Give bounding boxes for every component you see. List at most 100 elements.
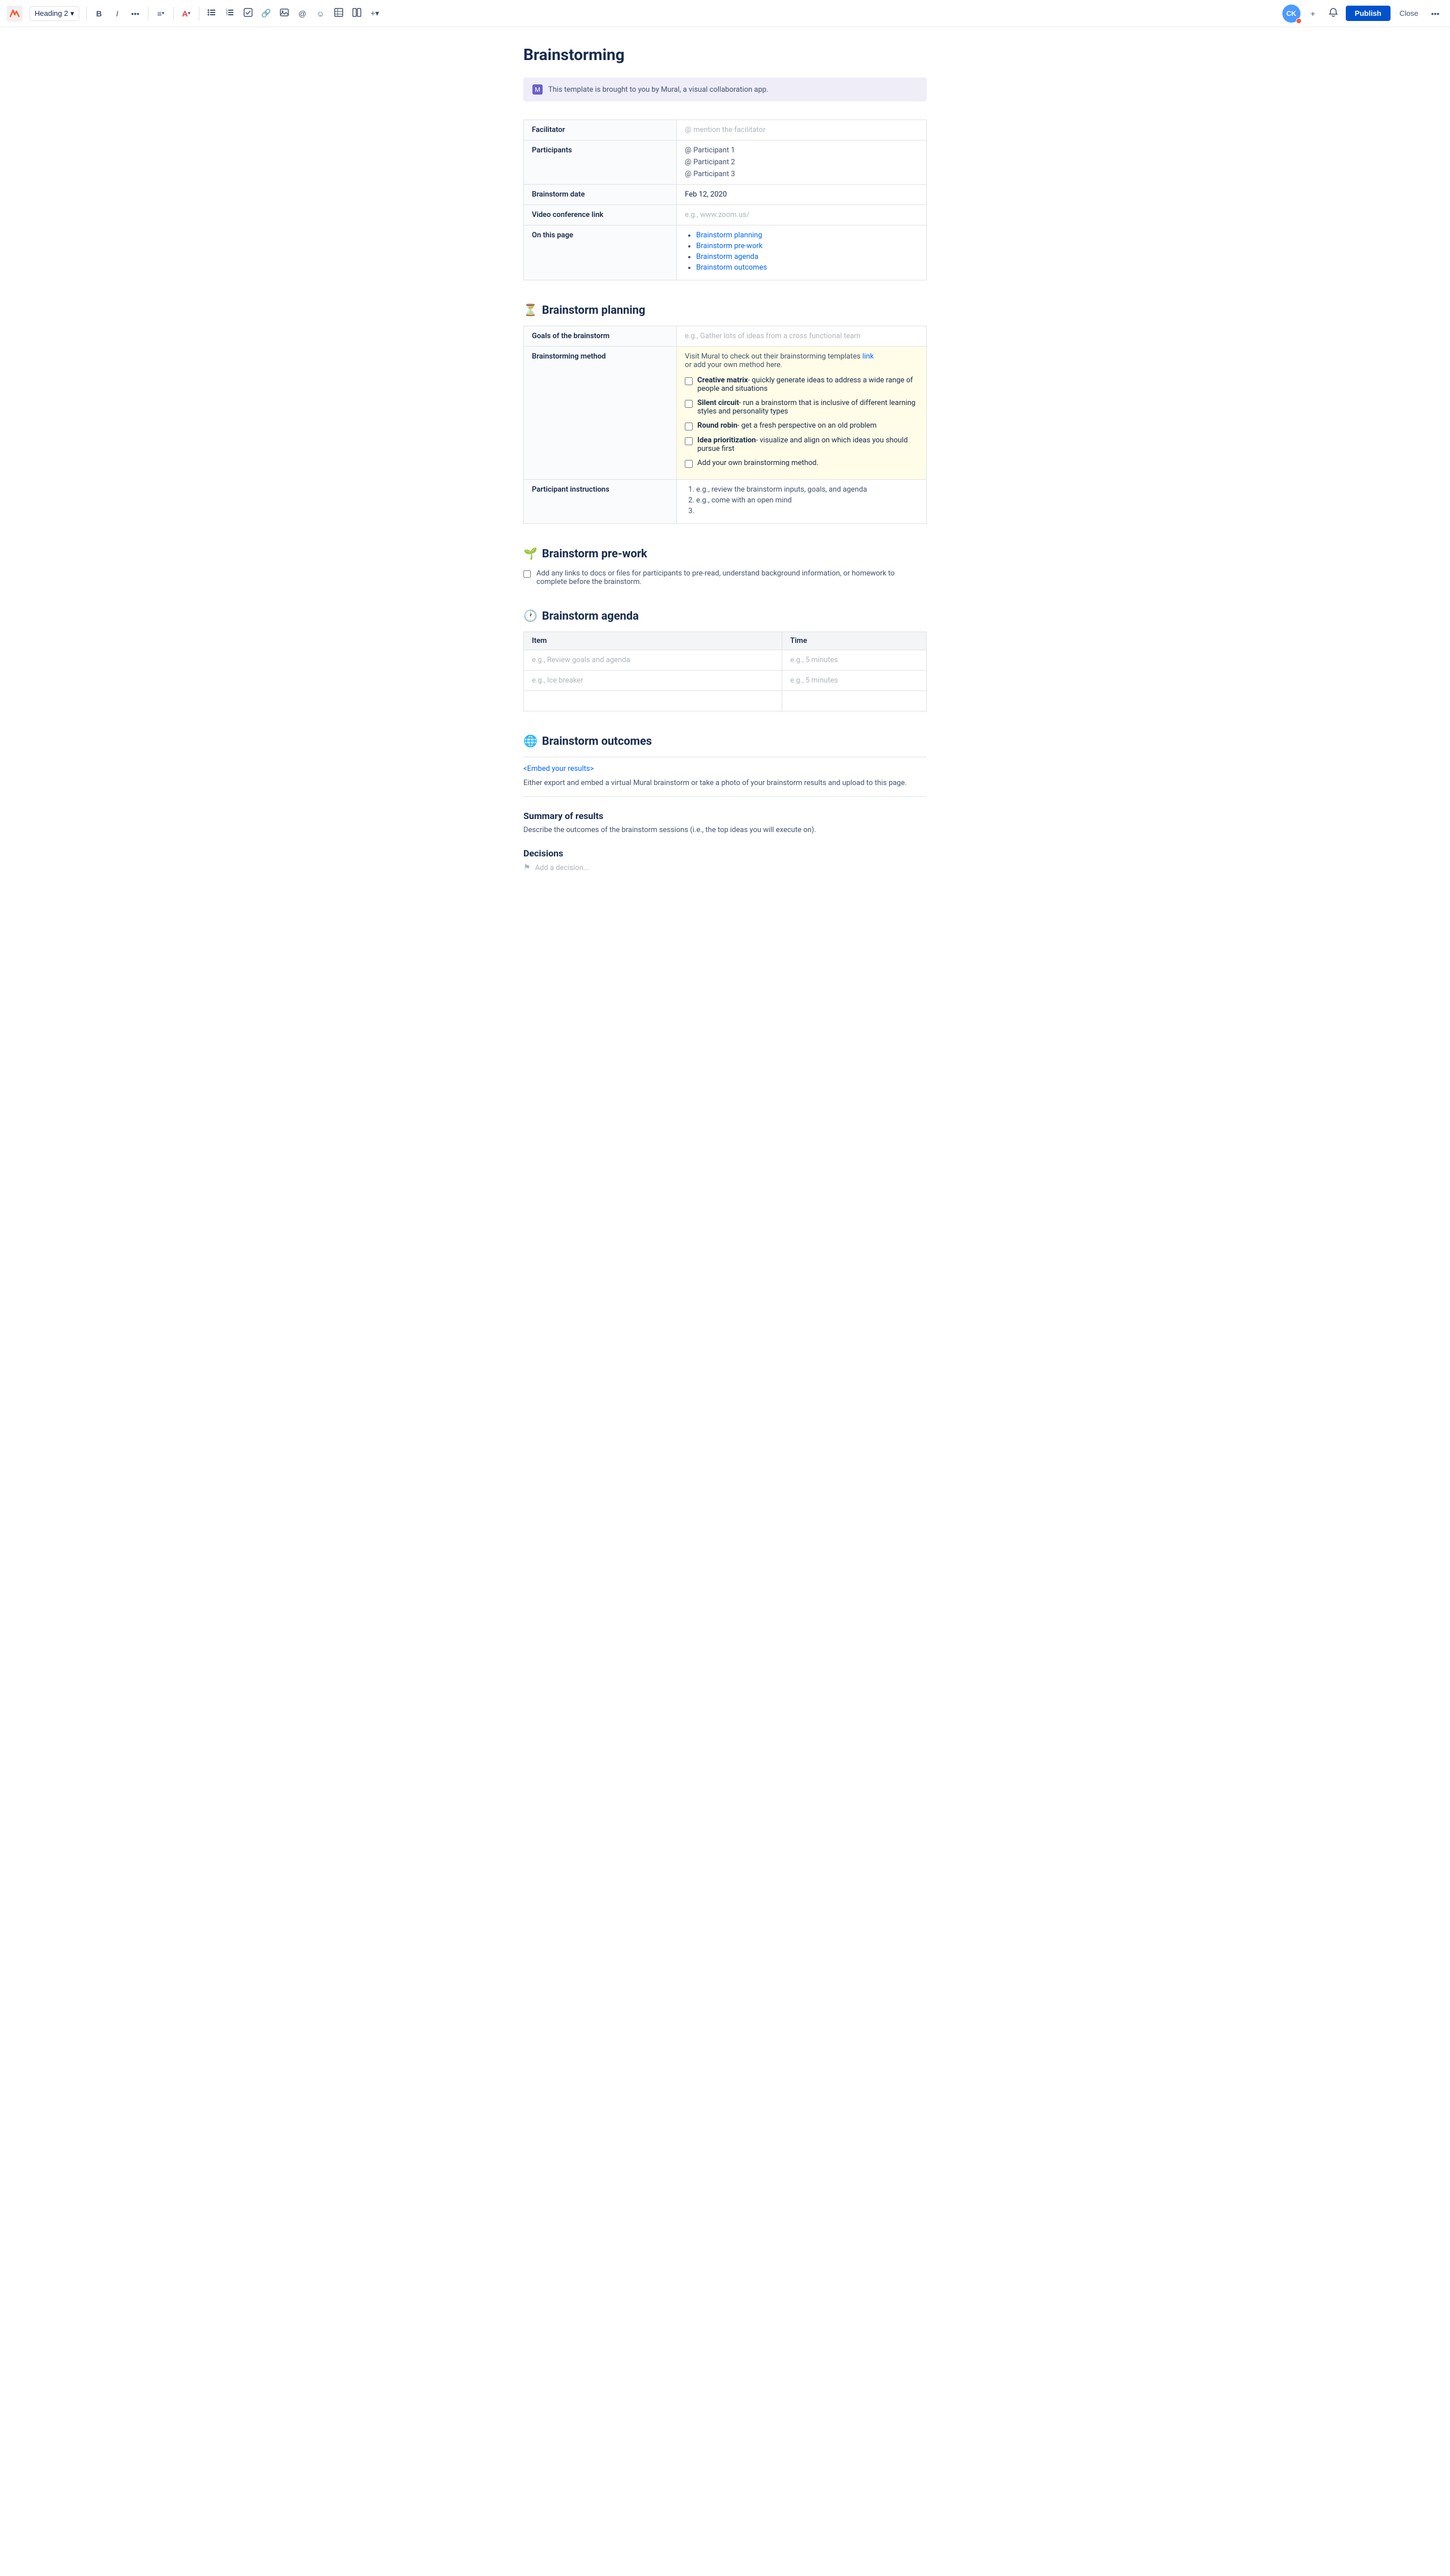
- checkbox-silent-circuit-label: Silent circuit- run a brainstorm that is…: [697, 399, 918, 416]
- add-decision-button[interactable]: ⚑ Add a decision...: [523, 863, 927, 872]
- table-row: Goals of the brainstorm e.g., Gather lot…: [524, 326, 927, 347]
- bullet-list-button[interactable]: [204, 6, 220, 22]
- goals-value[interactable]: e.g., Gather lots of ideas from a cross …: [677, 326, 927, 347]
- mention-button[interactable]: @: [295, 6, 310, 22]
- outcomes-heading-text: Brainstorm outcomes: [542, 734, 652, 748]
- agenda-time-3[interactable]: [782, 691, 927, 711]
- prework-checkbox-item: Add any links to docs or files for parti…: [523, 569, 927, 586]
- checkbox-round-robin-label: Round robin- get a fresh perspective on …: [697, 421, 877, 430]
- mural-link[interactable]: link: [862, 352, 873, 361]
- emoji-icon: ☺: [317, 9, 325, 18]
- add-decision-label: Add a decision...: [535, 864, 590, 872]
- user-avatar[interactable]: CK: [1282, 5, 1300, 23]
- chevron-down-icon: ▾: [70, 9, 74, 18]
- more-options-button[interactable]: •••: [1427, 6, 1443, 22]
- instructions-value[interactable]: e.g., review the brainstorm inputs, goal…: [677, 480, 927, 524]
- agenda-table: Item Time e.g., Review goals and agenda …: [523, 632, 927, 711]
- more-tools-button[interactable]: +▾: [367, 6, 383, 22]
- checkbox-idea-prioritization: Idea prioritization- visualize and align…: [685, 436, 918, 453]
- italic-button[interactable]: I: [109, 6, 125, 22]
- agenda-item-3[interactable]: [524, 691, 782, 711]
- agenda-item-2[interactable]: e.g., Ice breaker: [524, 671, 782, 691]
- link-button[interactable]: 🔗: [258, 6, 274, 22]
- notifications-button[interactable]: [1325, 6, 1341, 22]
- checkbox-silent-circuit-input[interactable]: [685, 400, 693, 408]
- checkbox-round-robin-input[interactable]: [685, 423, 693, 430]
- color-button[interactable]: A ▾: [178, 6, 194, 22]
- agenda-time-2[interactable]: e.g., 5 minutes: [782, 671, 927, 691]
- method-value[interactable]: Visit Mural to check out their brainstor…: [677, 347, 927, 480]
- numbered-list-icon: 1.2.3.: [225, 8, 234, 19]
- planning-link[interactable]: Brainstorm planning: [696, 231, 762, 240]
- table-row: Brainstorming method Visit Mural to chec…: [524, 347, 927, 480]
- heading-selector[interactable]: Heading 2 ▾: [29, 6, 79, 21]
- list-item: e.g., review the brainstorm inputs, goal…: [696, 485, 918, 494]
- image-button[interactable]: [276, 6, 292, 22]
- table-row: Video conference link e.g., www.zoom.us/: [524, 205, 927, 225]
- checkbox-custom: Add your own brainstorming method.: [685, 459, 918, 468]
- outcomes-link[interactable]: Brainstorm outcomes: [696, 263, 767, 272]
- table-row: Brainstorm date Feb 12, 2020: [524, 185, 927, 205]
- outcomes-bottom-divider: [523, 796, 927, 797]
- instructions-label: Participant instructions: [524, 480, 677, 524]
- heading-label: Heading 2: [35, 9, 68, 18]
- notification-badge: [1296, 18, 1302, 24]
- emoji-button[interactable]: ☺: [313, 6, 329, 22]
- divider-1: [86, 7, 87, 20]
- facilitator-value[interactable]: @ mention the facilitator: [677, 120, 927, 140]
- toolbar: Heading 2 ▾ B I ••• ≡ ▾ A ▾ 1.2.3. 🔗: [0, 0, 1450, 27]
- checkbox-button[interactable]: [240, 6, 256, 22]
- publish-button[interactable]: Publish: [1346, 6, 1391, 21]
- prework-link[interactable]: Brainstorm pre-work: [696, 242, 762, 250]
- svg-text:3.: 3.: [226, 13, 228, 16]
- date-value[interactable]: Feb 12, 2020: [677, 185, 927, 205]
- columns-button[interactable]: [349, 6, 365, 22]
- outcomes-description: Either export and embed a virtual Mural …: [523, 779, 927, 787]
- participants-value[interactable]: @ Participant 1 @ Participant 2 @ Partic…: [677, 140, 927, 185]
- checkbox-custom-input[interactable]: [685, 460, 693, 468]
- chevron-down-icon-2: ▾: [162, 10, 165, 16]
- embed-link[interactable]: <Embed your results>: [523, 765, 594, 773]
- agenda-header-row: Item Time: [524, 632, 927, 650]
- agenda-item-1[interactable]: e.g., Review goals and agenda: [524, 650, 782, 671]
- table-row: e.g., Ice breaker e.g., 5 minutes: [524, 671, 927, 691]
- list-item: Brainstorm pre-work: [696, 242, 918, 250]
- facilitator-label: Facilitator: [524, 120, 677, 140]
- checkbox-icon: [244, 8, 253, 19]
- banner-text: This template is brought to you by Mural…: [548, 86, 769, 94]
- page-links-list: Brainstorm planning Brainstorm pre-work …: [685, 231, 918, 272]
- decision-icon: ⚑: [523, 863, 531, 872]
- at-icon: @: [298, 9, 306, 18]
- prework-section: Add any links to docs or files for parti…: [523, 569, 927, 586]
- agenda-link[interactable]: Brainstorm agenda: [696, 253, 758, 261]
- on-this-page-label: On this page: [524, 225, 677, 280]
- checkbox-creative-matrix-input[interactable]: [685, 377, 693, 385]
- prework-checkbox-input[interactable]: [523, 570, 531, 578]
- plus-icon: +: [1311, 9, 1315, 18]
- planning-heading-text: Brainstorm planning: [542, 303, 645, 317]
- list-item: Brainstorm planning: [696, 231, 918, 240]
- checkbox-idea-prioritization-input[interactable]: [685, 437, 693, 445]
- align-button[interactable]: ≡ ▾: [153, 6, 169, 22]
- add-collaborator-button[interactable]: +: [1305, 6, 1321, 22]
- table-button[interactable]: [331, 6, 347, 22]
- align-icon: ≡: [157, 9, 161, 18]
- numbered-list-button[interactable]: 1.2.3.: [222, 6, 238, 22]
- more-format-button[interactable]: •••: [127, 6, 143, 22]
- link-icon: 🔗: [261, 8, 271, 18]
- image-icon: [280, 8, 289, 19]
- planning-emoji: ⏳: [523, 303, 538, 317]
- conference-value[interactable]: e.g., www.zoom.us/: [677, 205, 927, 225]
- chevron-down-icon-3: ▾: [188, 10, 191, 16]
- list-item: Brainstorm outcomes: [696, 263, 918, 272]
- agenda-heading-text: Brainstorm agenda: [542, 609, 639, 622]
- close-button[interactable]: Close: [1395, 7, 1423, 20]
- divider-3: [173, 7, 174, 20]
- bullet-list-icon: [207, 8, 216, 19]
- agenda-time-1[interactable]: e.g., 5 minutes: [782, 650, 927, 671]
- planning-section-heading: ⏳ Brainstorm planning: [523, 303, 927, 317]
- bell-icon: [1328, 7, 1338, 19]
- decisions-heading: Decisions: [523, 848, 927, 859]
- bold-button[interactable]: B: [91, 6, 107, 22]
- method-intro: Visit Mural to check out their brainstor…: [685, 352, 918, 369]
